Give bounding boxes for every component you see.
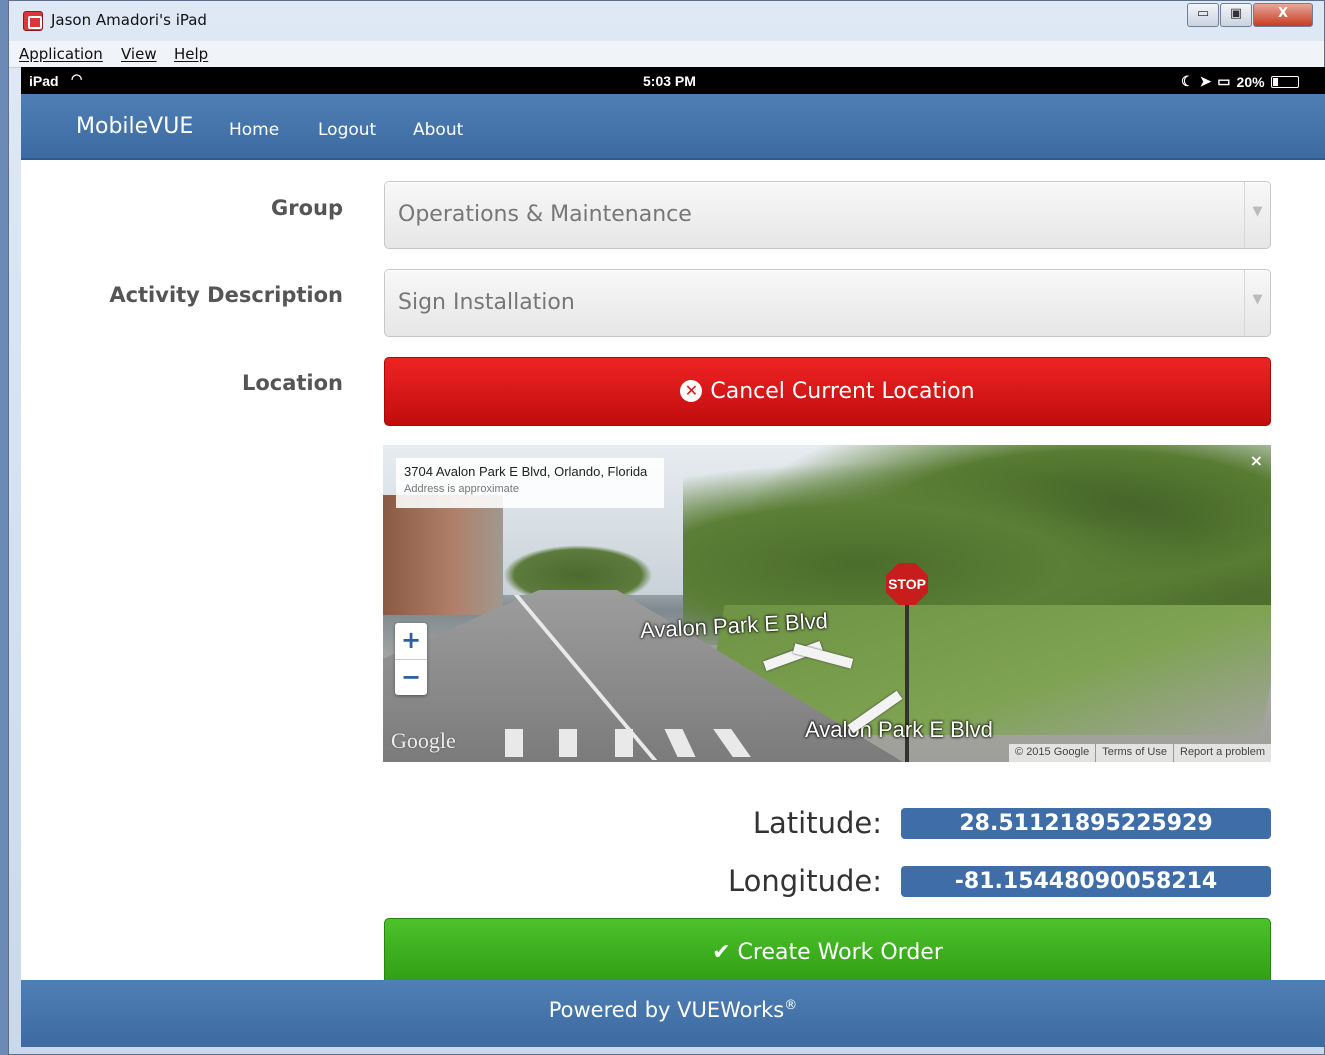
times-circle-icon: ✕ — [680, 380, 703, 402]
activity-description-select[interactable]: Sign Installation ▼ — [384, 269, 1271, 337]
zoom-control: + − — [395, 623, 427, 695]
footer-text: Powered by VUEWorks — [548, 998, 785, 1022]
ios-status-bar: iPad ◠ 5:03 PM ☾ ➤ ▭ 20% — [21, 67, 1325, 94]
brand-link[interactable]: MobileVUE — [76, 114, 193, 139]
google-logo: Google — [391, 728, 456, 753]
crosswalk-stripe — [559, 729, 577, 757]
terms-of-use-link[interactable]: Terms of Use — [1095, 744, 1173, 762]
nav-home[interactable]: Home — [229, 120, 279, 140]
street-view-panorama[interactable]: STOP Avalon Park E Blvd Avalon Park E Bl… — [383, 445, 1271, 762]
zoom-out-button[interactable]: − — [395, 659, 427, 695]
group-select[interactable]: Operations & Maintenance ▼ — [384, 181, 1271, 249]
address-text: 3704 Avalon Park E Blvd, Orlando, Florid… — [404, 464, 648, 479]
close-icon[interactable]: × — [1250, 451, 1263, 470]
window-title: Jason Amadori's iPad — [51, 11, 207, 29]
copyright-text: © 2015 Google — [1015, 746, 1090, 758]
airplay-icon: ▭ — [1217, 73, 1231, 89]
menu-application[interactable]: Application — [19, 45, 103, 63]
location-arrow-icon: ➤ — [1199, 73, 1212, 89]
building — [383, 495, 503, 615]
group-label: Group — [270, 196, 343, 220]
cancel-location-label: Cancel Current Location — [710, 379, 975, 404]
close-button[interactable]: X — [1253, 3, 1313, 27]
latitude-value: 28.51121895225929 — [901, 808, 1271, 839]
moon-icon: ☾ — [1181, 73, 1194, 89]
crosswalk-stripe — [505, 729, 523, 757]
title-bar: Jason Amadori's iPad ▭ ▣ X — [9, 1, 1324, 41]
chevron-down-icon: ▼ — [1244, 182, 1270, 248]
latitude-label: Latitude: — [752, 806, 882, 840]
location-label: Location — [241, 371, 343, 395]
top-navbar: MobileVUE Home Logout About — [21, 94, 1325, 160]
menu-bar: Application View Help — [9, 41, 1324, 68]
maximize-button[interactable]: ▣ — [1220, 3, 1252, 27]
wifi-icon: ◠ — [71, 71, 83, 86]
chevron-down-icon: ▼ — [1244, 270, 1270, 336]
group-select-value: Operations & Maintenance — [398, 202, 692, 227]
map-attribution: © 2015 Google Terms of Use Report a prob… — [1009, 744, 1271, 762]
report-problem-link[interactable]: Report a problem — [1173, 744, 1271, 762]
ipad-screen: iPad ◠ 5:03 PM ☾ ➤ ▭ 20% MobileVUE Home … — [21, 67, 1325, 1047]
longitude-label: Longitude: — [727, 864, 882, 898]
menu-view[interactable]: View — [121, 45, 157, 63]
nav-logout[interactable]: Logout — [318, 120, 376, 140]
street-label: Avalon Park E Blvd — [805, 717, 993, 742]
device-name: iPad — [29, 73, 59, 89]
check-icon: ✔ — [712, 940, 731, 965]
cancel-location-button[interactable]: ✕ Cancel Current Location — [384, 357, 1271, 426]
crosswalk-stripe — [615, 729, 633, 757]
zoom-in-button[interactable]: + — [395, 623, 427, 659]
activity-description-label: Activity Description — [109, 283, 343, 307]
battery-icon — [1270, 75, 1299, 88]
registered-mark: ® — [784, 998, 798, 1013]
nav-about[interactable]: About — [413, 120, 463, 140]
longitude-value: -81.15448090058214 — [901, 866, 1271, 897]
battery-percent: 20% — [1236, 73, 1265, 90]
status-right: ☾ ➤ ▭ 20% — [1181, 73, 1299, 90]
activity-select-value: Sign Installation — [398, 290, 575, 315]
status-time: 5:03 PM — [643, 73, 696, 89]
create-work-order-label: Create Work Order — [737, 940, 943, 965]
address-note: Address is approximate — [404, 483, 519, 495]
app-icon — [23, 11, 43, 31]
minimize-button[interactable]: ▭ — [1187, 3, 1219, 27]
page-footer: Powered by VUEWorks® — [21, 980, 1325, 1047]
create-work-order-button[interactable]: ✔ Create Work Order — [384, 918, 1271, 987]
address-card: 3704 Avalon Park E Blvd, Orlando, Florid… — [396, 458, 664, 508]
menu-help[interactable]: Help — [174, 45, 208, 63]
